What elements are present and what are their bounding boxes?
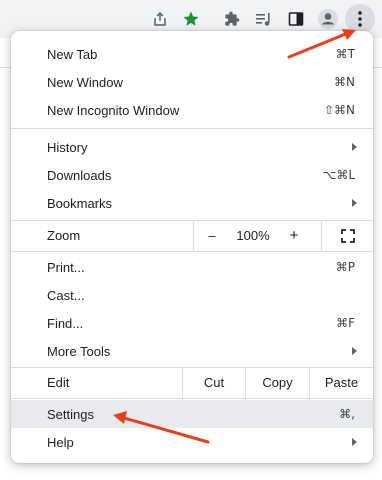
menu-item-label: More Tools xyxy=(47,343,111,359)
chrome-main-menu: New Tab ⌘T New Window ⌘N New Incognito W… xyxy=(11,31,373,463)
menu-item-label: New Incognito Window xyxy=(47,102,180,118)
reading-list-icon[interactable] xyxy=(251,6,277,32)
menu-item-settings[interactable]: Settings ⌘, xyxy=(11,400,373,428)
menu-item-label: Find... xyxy=(47,315,84,331)
copy-button[interactable]: Copy xyxy=(246,367,309,398)
profile-icon[interactable] xyxy=(315,6,341,32)
shortcut-text: ⇧⌘N xyxy=(323,103,355,117)
minus-icon: – xyxy=(208,228,216,243)
menu-item-new-incognito-window[interactable]: New Incognito Window ⇧⌘N xyxy=(11,96,373,124)
extensions-icon[interactable] xyxy=(219,6,245,32)
cut-button[interactable]: Cut xyxy=(183,367,245,398)
menu-separator xyxy=(11,251,373,252)
submenu-arrow-icon xyxy=(352,438,357,446)
submenu-arrow-icon xyxy=(352,347,357,355)
zoom-row: Zoom – 100% + xyxy=(11,220,373,251)
menu-item-label: Settings xyxy=(47,406,94,422)
bookmark-star-icon[interactable] xyxy=(178,6,204,32)
menu-item-label: Cast... xyxy=(47,287,85,303)
zoom-level-text: 100% xyxy=(236,228,270,243)
menu-item-print[interactable]: Print... ⌘P xyxy=(11,253,373,281)
shortcut-text: ⌘T xyxy=(335,47,355,61)
shortcut-text: ⌘N xyxy=(334,75,355,89)
shortcut-text: ⌘F xyxy=(336,316,355,330)
menu-item-label: New Tab xyxy=(47,46,98,62)
menu-item-new-tab[interactable]: New Tab ⌘T xyxy=(11,40,373,68)
menu-separator xyxy=(11,128,373,129)
cut-label: Cut xyxy=(203,375,225,390)
shortcut-text: ⌥⌘L xyxy=(322,168,355,182)
menu-item-bookmarks[interactable]: Bookmarks xyxy=(11,189,373,217)
plus-icon: + xyxy=(289,227,299,244)
menu-item-new-window[interactable]: New Window ⌘N xyxy=(11,68,373,96)
menu-item-label: Downloads xyxy=(47,167,112,183)
share-icon[interactable] xyxy=(147,6,173,32)
shortcut-text: ⌘, xyxy=(339,407,355,421)
zoom-divider xyxy=(193,220,194,251)
copy-label: Copy xyxy=(262,375,293,390)
zoom-in-button[interactable]: + xyxy=(279,220,309,251)
menu-item-label: New Window xyxy=(47,74,123,90)
side-panel-icon[interactable] xyxy=(283,6,309,32)
shortcut-text: ⌘P xyxy=(335,260,355,274)
fullscreen-button[interactable] xyxy=(322,220,373,251)
menu-item-find[interactable]: Find... ⌘F xyxy=(11,309,373,337)
menu-item-history[interactable]: History xyxy=(11,133,373,161)
edit-row: Edit Cut Copy Paste xyxy=(11,367,373,398)
menu-separator xyxy=(11,398,373,399)
menu-dots-icon[interactable] xyxy=(345,4,375,34)
edit-label: Edit xyxy=(47,375,70,390)
menu-item-downloads[interactable]: Downloads ⌥⌘L xyxy=(11,161,373,189)
zoom-level: 100% xyxy=(227,220,279,251)
menu-item-label: History xyxy=(47,139,88,155)
zoom-out-button[interactable]: – xyxy=(197,220,227,251)
menu-item-help[interactable]: Help xyxy=(11,428,373,456)
fullscreen-icon xyxy=(340,228,355,243)
paste-label: Paste xyxy=(324,375,359,390)
menu-item-label: Print... xyxy=(47,259,85,275)
zoom-label: Zoom xyxy=(47,228,81,243)
paste-button[interactable]: Paste xyxy=(310,367,373,398)
menu-item-cast[interactable]: Cast... xyxy=(11,281,373,309)
submenu-arrow-icon xyxy=(352,143,357,151)
menu-item-label: Bookmarks xyxy=(47,195,113,211)
menu-item-more-tools[interactable]: More Tools xyxy=(11,337,373,365)
submenu-arrow-icon xyxy=(352,199,357,207)
menu-item-label: Help xyxy=(47,434,74,450)
